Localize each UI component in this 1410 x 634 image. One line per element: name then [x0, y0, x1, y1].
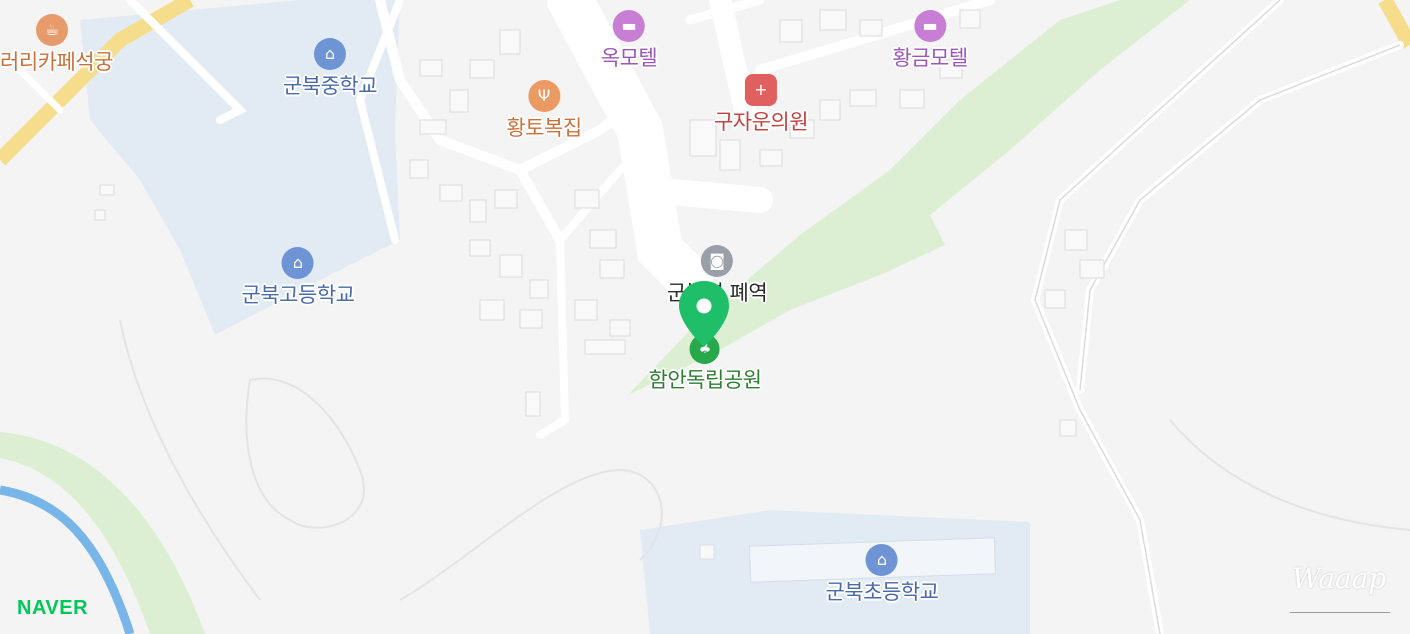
school-icon: ⌂: [865, 544, 898, 576]
school-icon: ⌂: [313, 38, 346, 70]
poi-label: 군북고등학교: [241, 283, 355, 307]
poi-middle-school[interactable]: ⌂ 군북중학교: [282, 38, 378, 100]
poi-cafe[interactable]: ☕ 러리카페석궁: [0, 14, 113, 76]
watermark: Waaap: [1292, 562, 1387, 595]
bed-icon: ▬: [613, 10, 645, 42]
poi-label: 황금모텔: [892, 46, 968, 70]
watermark-underline: [1290, 612, 1390, 613]
bed-icon: ▬: [914, 10, 946, 42]
medical-cross-icon: +: [744, 74, 777, 106]
fork-knife-icon: Ψ: [528, 80, 560, 112]
poi-label: 옥모텔: [600, 46, 658, 70]
poi-label: 러리카페석궁: [0, 50, 113, 74]
poi-restaurant[interactable]: Ψ 황토복집: [506, 80, 582, 142]
main-road: [1378, 0, 1410, 49]
poi-elementary-school[interactable]: ⌂ 군북초등학교: [826, 544, 939, 606]
school-icon: ⌂: [281, 247, 314, 279]
coffee-cup-icon: ☕: [36, 14, 68, 46]
location-pin-icon[interactable]: [677, 279, 731, 351]
poi-label: 군북중학교: [282, 74, 378, 98]
poi-label: 황토복집: [506, 116, 582, 140]
poi-motel-hwanggeum[interactable]: ▬ 황금모텔: [892, 10, 968, 72]
poi-motel-ok[interactable]: ▬ 옥모텔: [600, 10, 658, 72]
provider-logo[interactable]: NAVER: [17, 597, 88, 620]
poi-label: 구자운의원: [713, 110, 809, 134]
poi-high-school[interactable]: ⌂ 군북고등학교: [242, 247, 355, 309]
train-icon: ◙: [701, 245, 733, 277]
map-view[interactable]: ☕ 러리카페석궁 ▬ 옥모텔 ▬ 황금모텔 ⌂ 군북중학교 Ψ 황토복집 + 구…: [0, 0, 1410, 634]
poi-clinic[interactable]: + 구자운의원: [713, 74, 809, 136]
selected-place-label: 함안독립공원: [648, 368, 762, 392]
poi-label: 군북초등학교: [825, 580, 939, 604]
